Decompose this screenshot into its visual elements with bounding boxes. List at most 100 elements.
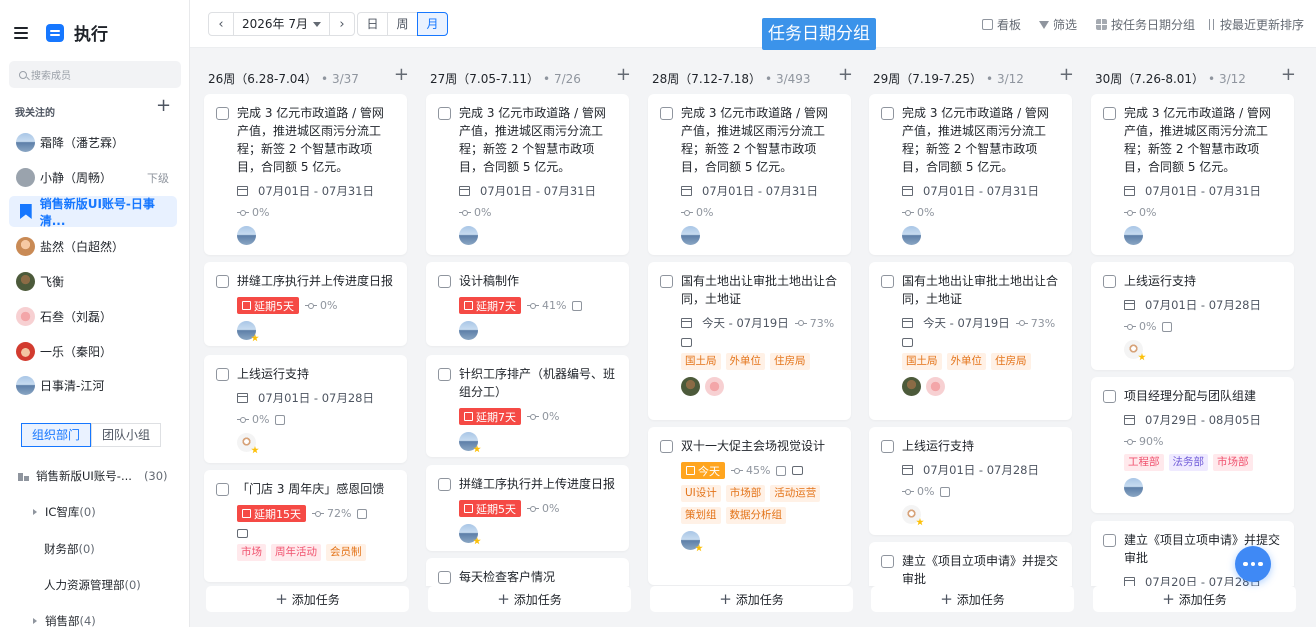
progress-icon bbox=[527, 302, 539, 309]
org-count: (4) bbox=[79, 614, 96, 627]
edit-icon[interactable] bbox=[776, 465, 787, 476]
task-checkbox[interactable] bbox=[216, 368, 229, 381]
task-card[interactable]: 双十一大促主会场视觉设计 今天 45% UI设计 市场部 活动运营 策划组 数据分析组 bbox=[648, 427, 851, 585]
task-card[interactable]: 上线运行支持 07月01日 - 07月28日 0% bbox=[869, 427, 1072, 535]
member-item[interactable]: 石叁（刘磊） bbox=[9, 301, 177, 332]
sort-button[interactable]: 按最近更新排序 bbox=[1208, 16, 1304, 33]
task-card[interactable]: 完成 3 亿元市政道路 / 管网产值，推进城区雨污分流工程；新签 2 个智慧市政… bbox=[869, 94, 1072, 255]
edit-icon[interactable] bbox=[1162, 321, 1173, 332]
task-checkbox[interactable] bbox=[1103, 107, 1116, 120]
add-task-icon[interactable]: + bbox=[394, 66, 409, 84]
task-checkbox[interactable] bbox=[660, 275, 673, 288]
add-task-button[interactable]: + 添加任务 bbox=[650, 586, 853, 612]
avatar bbox=[902, 505, 921, 524]
add-favorite-button[interactable]: + bbox=[156, 97, 171, 115]
member-search-input[interactable]: 搜索成员 bbox=[9, 61, 181, 88]
edit-icon[interactable] bbox=[940, 486, 951, 497]
column-title: 26周（6.28-7.04） bbox=[208, 72, 318, 86]
week-column: 26周（6.28-7.04） • 3/37 + 完成 3 亿元市政道路 / 管网… bbox=[204, 60, 411, 627]
add-task-button[interactable]: + 添加任务 bbox=[871, 586, 1074, 612]
task-checkbox[interactable] bbox=[438, 571, 451, 584]
org-item[interactable]: 财务部 (0) bbox=[44, 541, 95, 557]
task-checkbox[interactable] bbox=[216, 275, 229, 288]
member-item[interactable]: 飞衡 bbox=[9, 266, 177, 297]
edit-icon[interactable] bbox=[275, 414, 286, 425]
progress-value: 0% bbox=[320, 299, 338, 312]
more-actions-button[interactable] bbox=[1235, 546, 1271, 582]
task-card[interactable]: 上线运行支持 07月01日 - 07月28日 0% bbox=[204, 355, 407, 463]
task-checkbox[interactable] bbox=[1103, 534, 1116, 547]
avatar bbox=[459, 432, 478, 451]
task-card[interactable]: 拼缝工序执行并上传进度日报 延期5天 0% bbox=[204, 262, 407, 346]
add-task-button[interactable]: + 添加任务 bbox=[1093, 586, 1296, 612]
progress-icon bbox=[527, 505, 539, 512]
filter-button[interactable]: 筛选 bbox=[1039, 16, 1077, 33]
plus-icon: + bbox=[719, 590, 732, 608]
task-checkbox[interactable] bbox=[881, 440, 894, 453]
month-select[interactable]: 2026年 7月 bbox=[233, 13, 330, 35]
task-card[interactable]: 国有土地出让审批土地出让合同，土地证 今天 - 07月19日 73% 国土局 外单位… bbox=[869, 262, 1072, 420]
add-task-icon[interactable]: + bbox=[1281, 66, 1296, 84]
task-checkbox[interactable] bbox=[881, 555, 894, 568]
tab-team-groups[interactable]: 团队小组 bbox=[91, 423, 162, 447]
task-card[interactable]: 完成 3 亿元市政道路 / 管网产值，推进城区雨污分流工程；新签 2 个智慧市政… bbox=[426, 94, 629, 255]
edit-icon[interactable] bbox=[357, 508, 368, 519]
org-item[interactable]: 人力资源管理部 (0) bbox=[44, 577, 141, 593]
prev-month-button[interactable]: ‹ bbox=[209, 17, 233, 32]
task-card[interactable]: 建立《项目立项申请》并提交审批 bbox=[869, 542, 1072, 586]
task-checkbox[interactable] bbox=[438, 478, 451, 491]
member-item[interactable]: 霜降（潘艺霖） bbox=[9, 127, 177, 158]
member-item-active[interactable]: 销售新版UI账号-日事清... bbox=[9, 196, 177, 228]
task-card[interactable]: 针织工序排产（机器编号、班组分工） 延期7天 0% bbox=[426, 355, 629, 457]
task-card[interactable]: 拼缝工序执行并上传进度日报 延期5天 0% bbox=[426, 465, 629, 551]
task-checkbox[interactable] bbox=[881, 107, 894, 120]
task-checkbox[interactable] bbox=[660, 440, 673, 453]
add-task-button[interactable]: + 添加任务 bbox=[206, 586, 409, 612]
task-checkbox[interactable] bbox=[216, 107, 229, 120]
task-checkbox[interactable] bbox=[438, 368, 451, 381]
task-checkbox[interactable] bbox=[881, 275, 894, 288]
view-month-button[interactable]: 月 bbox=[417, 12, 448, 36]
menu-icon[interactable] bbox=[14, 26, 28, 39]
task-card[interactable]: 完成 3 亿元市政道路 / 管网产值，推进城区雨污分流工程；新签 2 个智慧市政… bbox=[204, 94, 407, 255]
search-icon bbox=[19, 70, 27, 79]
org-item[interactable]: 销售新版UI账号-... (30) bbox=[18, 468, 168, 484]
task-checkbox[interactable] bbox=[660, 107, 673, 120]
kanban-button[interactable]: 看板 bbox=[982, 16, 1021, 33]
org-item[interactable]: IC智库 (0) bbox=[33, 504, 96, 520]
next-month-button[interactable]: › bbox=[330, 17, 354, 32]
task-card[interactable]: 上线运行支持 07月01日 - 07月28日 0% bbox=[1091, 262, 1294, 370]
task-checkbox[interactable] bbox=[438, 275, 451, 288]
org-count: (0) bbox=[78, 542, 95, 556]
org-item[interactable]: 销售部 (4) bbox=[33, 613, 96, 627]
view-week-button[interactable]: 周 bbox=[387, 12, 418, 36]
view-day-button[interactable]: 日 bbox=[357, 12, 388, 36]
org-count: (0) bbox=[79, 505, 96, 519]
task-card[interactable]: 国有土地出让审批土地出让合同，土地证 今天 - 07月19日 73% 国土局 外单位… bbox=[648, 262, 851, 420]
add-task-button[interactable]: + 添加任务 bbox=[428, 586, 631, 612]
expand-icon[interactable] bbox=[33, 509, 37, 515]
task-checkbox[interactable] bbox=[1103, 275, 1116, 288]
task-card[interactable]: 完成 3 亿元市政道路 / 管网产值，推进城区雨污分流工程；新签 2 个智慧市政… bbox=[1091, 94, 1294, 255]
task-card[interactable]: 完成 3 亿元市政道路 / 管网产值，推进城区雨污分流工程；新签 2 个智慧市政… bbox=[648, 94, 851, 255]
task-checkbox[interactable] bbox=[216, 483, 229, 496]
member-item[interactable]: 日事清-江河 bbox=[9, 370, 177, 401]
add-task-icon[interactable]: + bbox=[1059, 66, 1074, 84]
edit-icon[interactable] bbox=[572, 300, 583, 311]
add-task-icon[interactable]: + bbox=[616, 66, 631, 84]
calendar-icon bbox=[902, 186, 913, 196]
task-card[interactable]: 每天检查客户情况 bbox=[426, 558, 629, 586]
group-by-date-button[interactable]: 按任务日期分组 bbox=[1096, 16, 1195, 33]
member-item[interactable]: 盐然（白超然） bbox=[9, 231, 177, 262]
task-title: 国有土地出让审批土地出让合同，土地证 bbox=[681, 274, 838, 306]
task-checkbox[interactable] bbox=[438, 107, 451, 120]
task-card[interactable]: 「门店 3 周年庆」感恩回馈 延期15天 72% 市场 周年活动 会员制 bbox=[204, 470, 407, 582]
tab-org-departments[interactable]: 组织部门 bbox=[21, 423, 92, 447]
member-item[interactable]: 小静（周畅） 下级 bbox=[9, 162, 177, 193]
task-card[interactable]: 设计稿制作 延期7天 41% bbox=[426, 262, 629, 346]
member-item[interactable]: 一乐（秦阳） bbox=[9, 336, 177, 367]
task-card[interactable]: 项目经理分配与团队组建 07月29日 - 08月05日 90% 工程部 法务部 市场… bbox=[1091, 377, 1294, 513]
add-task-icon[interactable]: + bbox=[838, 66, 853, 84]
task-checkbox[interactable] bbox=[1103, 390, 1116, 403]
expand-icon[interactable] bbox=[33, 618, 37, 624]
